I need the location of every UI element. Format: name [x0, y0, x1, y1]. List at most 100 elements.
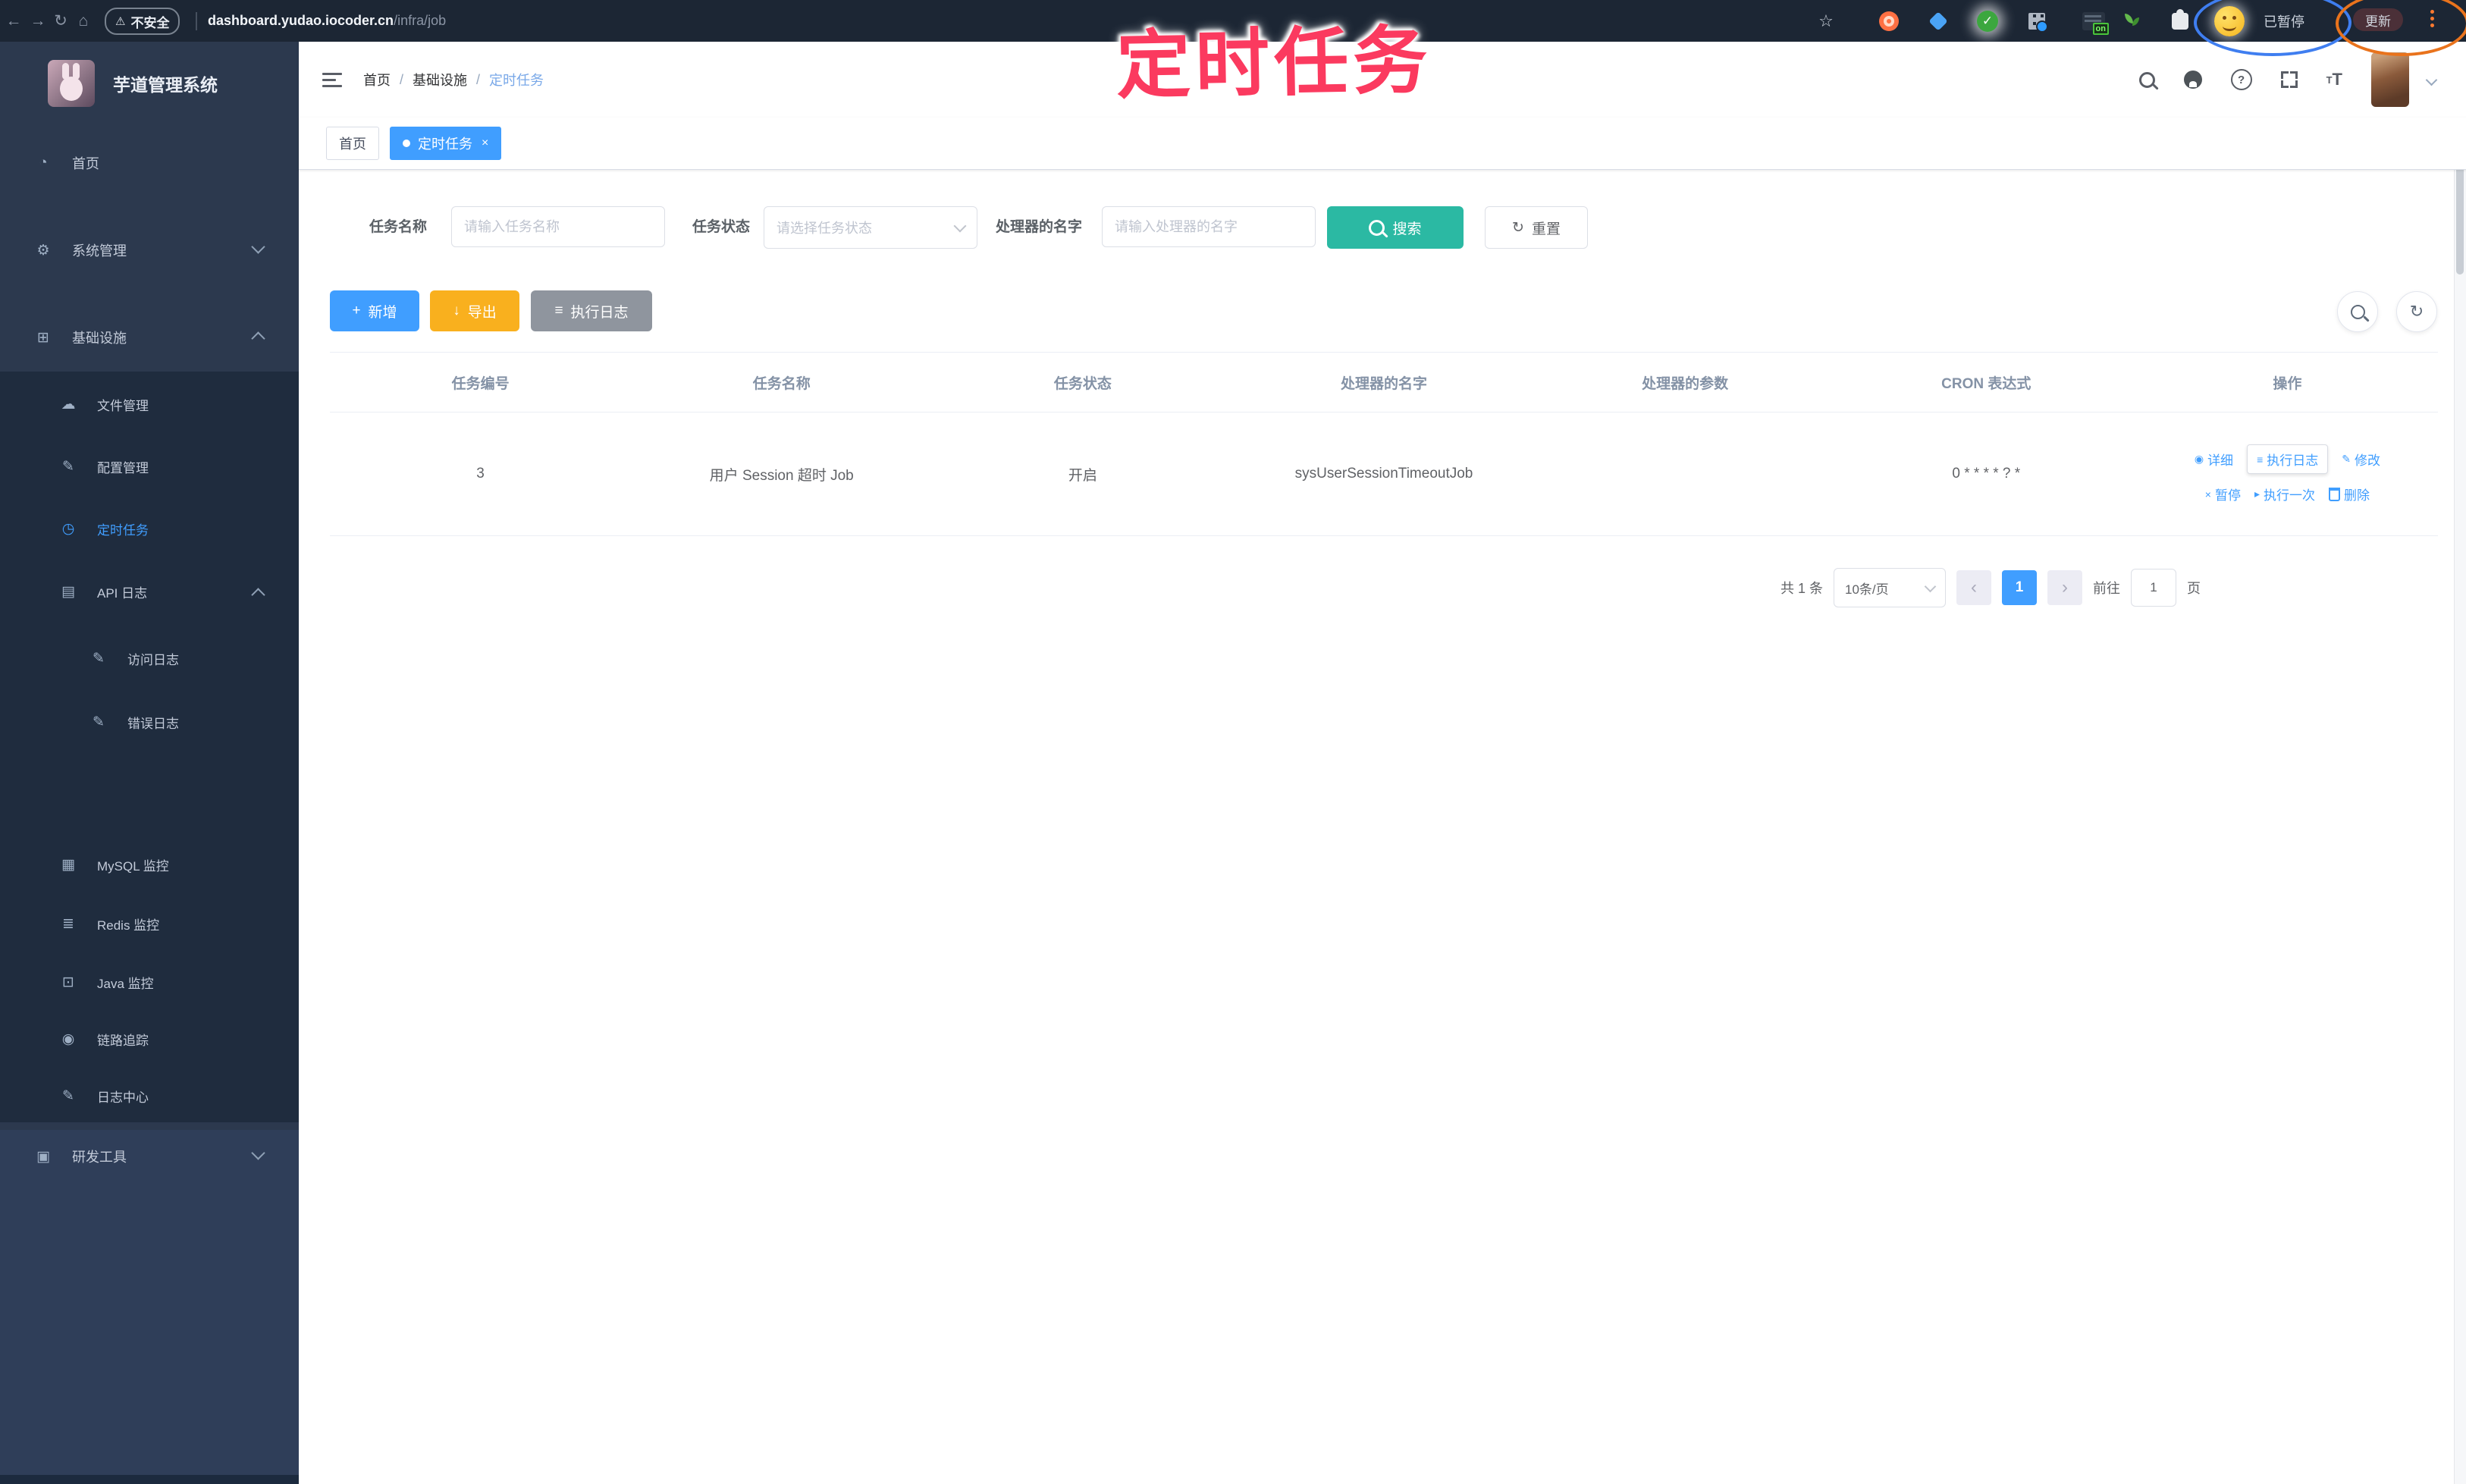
- toolbox-icon: ▣: [36, 1148, 50, 1165]
- tag-home[interactable]: 首页: [326, 127, 379, 160]
- refresh-table-button[interactable]: ↻: [2396, 291, 2437, 332]
- sidebar-item-tracing[interactable]: ◉ 链路追踪: [0, 1020, 299, 1058]
- export-button[interactable]: ↓ 导出: [430, 290, 519, 331]
- browser-back-icon[interactable]: ←: [2, 0, 26, 42]
- extension-green-check-icon[interactable]: ✓: [1976, 0, 1999, 42]
- help-icon[interactable]: ?: [2230, 69, 2252, 90]
- add-button[interactable]: + 新增: [330, 290, 419, 331]
- log-center-icon: ✎: [62, 1087, 74, 1104]
- profile-emoji-avatar[interactable]: [2213, 0, 2246, 42]
- play-icon: ▸: [2254, 488, 2260, 500]
- monitor-icon: ⊞: [37, 329, 49, 346]
- security-chip[interactable]: ⚠ 不安全: [105, 8, 180, 35]
- sidebar-item-mysql-monitor[interactable]: ▦ MySQL 监控: [0, 846, 299, 883]
- handler-name-label: 处理器的名字: [996, 219, 1083, 235]
- execution-log-button[interactable]: ≡ 执行日志: [531, 290, 652, 331]
- search-icon: [2350, 304, 2365, 319]
- navbar-actions: ? TT: [2138, 52, 2438, 107]
- tag-scheduled-jobs[interactable]: 定时任务 ×: [390, 127, 502, 160]
- next-page-button[interactable]: ›: [2047, 570, 2083, 605]
- job-name-input[interactable]: [451, 206, 665, 247]
- col-cron: CRON 表达式: [1941, 375, 2031, 392]
- sidebar-item-dev-tools[interactable]: ▣ 研发工具: [0, 1135, 299, 1178]
- table-row: 3 用户 Session 超时 Job 开启 sysUserSessionTim…: [330, 413, 2438, 536]
- caret-down-icon[interactable]: [2425, 74, 2438, 86]
- page-number-button[interactable]: 1: [2002, 570, 2038, 605]
- jobs-table: 任务编号 任务名称 任务状态 处理器的名字 处理器的参数 CRON 表达式 操作…: [330, 352, 2438, 536]
- bookmark-star-icon[interactable]: ☆: [1815, 0, 1837, 42]
- pause-link[interactable]: × 暂停: [2205, 485, 2241, 504]
- col-job-id: 任务编号: [451, 375, 510, 392]
- sidebar-item-access-logs[interactable]: ✎ 访问日志: [0, 639, 299, 677]
- detail-link[interactable]: ◉ 详细: [2195, 450, 2233, 469]
- fullscreen-icon[interactable]: [2280, 71, 2298, 88]
- reset-button[interactable]: ↻ 重置: [1485, 206, 1588, 249]
- close-icon[interactable]: ×: [482, 137, 488, 149]
- sidebar-item-scheduled-jobs[interactable]: ◷ 定时任务: [0, 510, 299, 547]
- sidebar-item-log-center[interactable]: ✎ 日志中心: [0, 1077, 299, 1115]
- prev-page-button[interactable]: ‹: [1956, 570, 1992, 605]
- font-size-icon[interactable]: TT: [2326, 71, 2342, 88]
- sidebar-item-redis-monitor[interactable]: ≣ Redis 监控: [0, 905, 299, 943]
- sidebar-item-infrastructure[interactable]: ⊞ 基础设施: [0, 316, 299, 359]
- sidebar: 芋道管理系统 ◔ 首页 ⚙ 系统管理 ⊞ 基础设施 ☁ 文件管理 ✎ 配置管理 …: [0, 42, 299, 1484]
- extension-plant-icon[interactable]: [2121, 0, 2141, 42]
- breadcrumb-section[interactable]: 基础设施: [413, 70, 467, 89]
- search-button[interactable]: 搜索: [1327, 206, 1464, 249]
- row-execution-log-link[interactable]: ≡ 执行日志: [2247, 444, 2329, 474]
- sidebar-item-error-logs[interactable]: ✎ 错误日志: [0, 703, 299, 741]
- breadcrumb-home[interactable]: 首页: [363, 70, 391, 89]
- handler-name-input[interactable]: [1102, 206, 1316, 247]
- sidebar-item-config-management[interactable]: ✎ 配置管理: [0, 447, 299, 485]
- hamburger-icon[interactable]: [322, 72, 342, 87]
- refresh-icon: ↻: [1512, 219, 1524, 236]
- chevron-down-icon: [1924, 580, 1937, 593]
- gear-icon: ⚙: [36, 242, 50, 259]
- extension-on-badge-icon[interactable]: on: [2082, 0, 2109, 42]
- goto-label: 前往: [2093, 581, 2121, 596]
- col-job-status: 任务状态: [1053, 375, 1112, 392]
- page-size-select[interactable]: 10条/页: [1834, 568, 1947, 607]
- list-icon: ≡: [554, 303, 563, 318]
- error-log-icon: ✎: [93, 714, 105, 730]
- list-icon: ≡: [2257, 453, 2264, 466]
- pause-icon: ×: [2204, 488, 2211, 500]
- extensions-puzzle-icon[interactable]: [2170, 0, 2190, 42]
- toggle-search-button[interactable]: [2337, 291, 2378, 332]
- edit-icon: ✎: [62, 458, 74, 475]
- app-logo[interactable]: 芋道管理系统: [0, 53, 299, 114]
- top-navbar: 首页 / 基础设施 / 定时任务 ? TT: [299, 42, 2466, 118]
- extension-blue-icon[interactable]: [1928, 0, 1948, 42]
- browser-menu-icon[interactable]: [2429, 10, 2435, 27]
- browser-forward-icon[interactable]: →: [26, 0, 50, 42]
- cell-job-status: 开启: [1068, 467, 1097, 484]
- sidebar-item-java-monitor[interactable]: ⊡ Java 监控: [0, 963, 299, 1001]
- total-count-label: 共 1 条: [1780, 581, 1824, 596]
- github-icon[interactable]: [2183, 71, 2202, 89]
- profile-paused-label: 已暂停: [2264, 14, 2304, 30]
- extension-orange-icon[interactable]: [1878, 0, 1900, 42]
- col-handler-name: 处理器的名字: [1340, 375, 1427, 392]
- address-bar[interactable]: dashboard.yudao.iocoder.cn/infra/job: [208, 0, 446, 42]
- screen-icon: ⊡: [62, 974, 74, 990]
- browser-home-icon[interactable]: ⌂: [71, 0, 96, 42]
- sidebar-item-home[interactable]: ◔ 首页: [0, 142, 299, 184]
- browser-reload-icon[interactable]: ↻: [49, 0, 73, 42]
- browser-update-button[interactable]: 更新: [2353, 8, 2403, 31]
- table-header-row: 任务编号 任务名称 任务状态 处理器的名字 处理器的参数 CRON 表达式 操作: [330, 352, 2438, 413]
- extension-grid-icon[interactable]: [2027, 0, 2048, 42]
- search-icon[interactable]: [2138, 71, 2155, 88]
- goto-page-input[interactable]: [2131, 569, 2177, 607]
- delete-link[interactable]: 删除: [2329, 485, 2370, 504]
- sidebar-item-system-management[interactable]: ⚙ 系统管理: [0, 229, 299, 271]
- edit-link[interactable]: ✎ 修改: [2342, 450, 2380, 469]
- sidebar-item-api-logs[interactable]: ▤ API 日志: [0, 573, 299, 610]
- breadcrumb-separator: /: [400, 71, 404, 87]
- job-status-select[interactable]: 请选择任务状态: [764, 206, 977, 249]
- run-once-link[interactable]: ▸ 执行一次: [2254, 485, 2315, 504]
- breadcrumb: 首页 / 基础设施 / 定时任务: [363, 70, 544, 89]
- user-avatar[interactable]: [2371, 52, 2409, 107]
- browser-toolbar: ← → ↻ ⌂ ⚠ 不安全 dashboard.yudao.iocoder.cn…: [0, 0, 2466, 56]
- sidebar-item-file-management[interactable]: ☁ 文件管理: [0, 385, 299, 423]
- eye-icon: ◉: [61, 1031, 75, 1047]
